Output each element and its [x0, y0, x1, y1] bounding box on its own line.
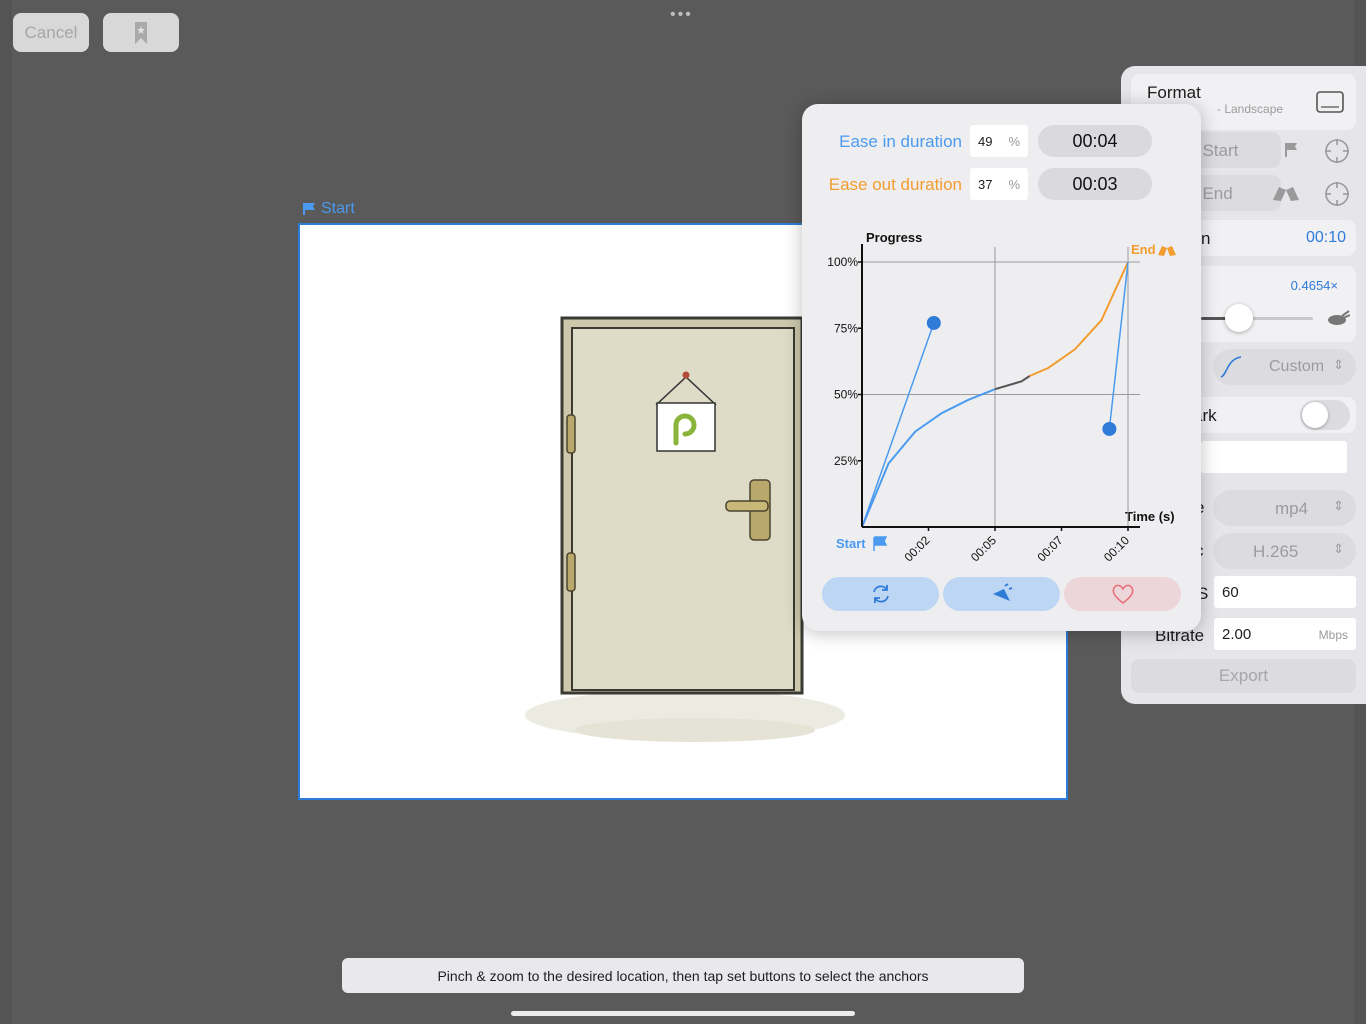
magic-wand-icon: [992, 583, 1012, 601]
speed-slider-track[interactable]: [1201, 317, 1313, 320]
start-tag-label: Start: [321, 200, 355, 217]
refresh-icon: [872, 585, 889, 603]
more-dots-icon[interactable]: •••: [670, 6, 693, 24]
heart-icon: [1112, 584, 1133, 605]
ease-out-percent-field[interactable]: 37 %: [970, 168, 1028, 200]
toggle-knob: [1302, 402, 1328, 428]
duration-label: n: [1201, 229, 1211, 248]
chart-end-label: End: [1131, 242, 1156, 257]
start-flag-icon: [873, 536, 888, 551]
codec-value: H.265: [1253, 542, 1299, 561]
chevron-updown-icon: ⇕: [1333, 498, 1344, 513]
checkered-flags-icon: [1273, 187, 1299, 201]
x-tick-label: 00:10: [1101, 533, 1132, 564]
ease-in-percent-field[interactable]: 49 %: [970, 125, 1028, 157]
favorite-button[interactable]: [1064, 577, 1181, 611]
y-tick-label: 75%: [834, 321, 858, 335]
magic-button[interactable]: [943, 577, 1060, 611]
ease-out-percent-unit: %: [1008, 177, 1020, 192]
curve-value: Custom: [1269, 358, 1325, 375]
watermark-text-field[interactable]: [1201, 441, 1347, 473]
flag-icon: [303, 203, 315, 215]
format-title: Format: [1147, 83, 1201, 102]
fps-field[interactable]: 60: [1214, 576, 1356, 608]
speed-slider-thumb[interactable]: [1225, 304, 1253, 332]
x-tick-label: 00:02: [901, 533, 932, 564]
bitrate-field[interactable]: 2.00 Mbps: [1214, 618, 1356, 650]
export-button[interactable]: Export: [1131, 659, 1356, 693]
landscape-icon: [1316, 91, 1344, 113]
reset-button[interactable]: [822, 577, 939, 611]
ease-out-percent-value: 37: [978, 177, 993, 192]
format-subtitle: - Landscape: [1217, 102, 1284, 116]
ease-in-control-point[interactable]: [926, 315, 941, 330]
ease-in-percent-unit: %: [1008, 134, 1020, 149]
y-tick-label: 100%: [827, 255, 858, 269]
y-tick-label: 25%: [834, 454, 858, 468]
end-checkered-flags-icon: [1158, 246, 1176, 256]
ease-in-percent-value: 49: [978, 134, 993, 149]
file-type-value: mp4: [1275, 499, 1309, 518]
flag-pin-icon: [1285, 143, 1297, 157]
linear-curve: [994, 375, 1031, 391]
bookmark-button[interactable]: [103, 13, 179, 52]
ease-out-time-button[interactable]: 00:03: [1038, 168, 1152, 200]
chart-xlabel: Time (s): [1125, 509, 1175, 524]
chart-ylabel: Progress: [866, 230, 922, 245]
ease-in-label: Ease in duration: [839, 132, 962, 151]
curve-icon: [1220, 356, 1242, 378]
crosshair-icon[interactable]: [1324, 138, 1350, 164]
bitrate-value: 2.00: [1222, 626, 1252, 643]
bookmark-icon: [135, 21, 147, 44]
start-anchor-tag: Start: [303, 200, 355, 218]
chevron-updown-icon: ⇕: [1333, 357, 1344, 372]
home-indicator[interactable]: [511, 1011, 855, 1016]
file-type-select[interactable]: mp4 ⇕: [1213, 490, 1356, 526]
y-tick-label: 50%: [834, 388, 858, 402]
chart-start-label: Start: [836, 536, 866, 551]
hint-banner: Pinch & zoom to the desired location, th…: [342, 958, 1024, 993]
ease-popover: Ease in duration 49 % 00:04 Ease out dur…: [802, 104, 1201, 631]
codec-select[interactable]: H.265 ⇕: [1213, 533, 1356, 569]
ease-in-curve: [861, 388, 996, 528]
progress-chart[interactable]: Progress Time (s) 25% 50% 75% 100% 00:02 00:0…: [802, 219, 1201, 569]
ease-out-label: Ease out duration: [828, 175, 962, 194]
ease-in-time-button[interactable]: 00:04: [1038, 125, 1152, 157]
bitrate-unit: Mbps: [1318, 628, 1348, 642]
cancel-button[interactable]: Cancel: [13, 13, 89, 52]
crosshair-end-icon[interactable]: [1324, 181, 1350, 207]
speed-value: 0.4654×: [1290, 278, 1338, 293]
curve-select[interactable]: Custom ⇕: [1213, 349, 1356, 385]
watermark-toggle[interactable]: [1300, 400, 1350, 430]
duration-value: 00:10: [1305, 229, 1346, 246]
fps-value: 60: [1222, 584, 1239, 601]
x-tick-label: 00:05: [968, 533, 999, 564]
left-edge: [0, 0, 12, 1024]
chevron-updown-icon: ⇕: [1333, 541, 1344, 556]
ease-out-curve: [1029, 261, 1129, 377]
x-tick-label: 00:07: [1034, 533, 1065, 564]
rabbit-icon: [1328, 310, 1350, 325]
ease-out-control-point[interactable]: [1102, 421, 1117, 436]
ease-out-handle-line: [1108, 261, 1129, 430]
